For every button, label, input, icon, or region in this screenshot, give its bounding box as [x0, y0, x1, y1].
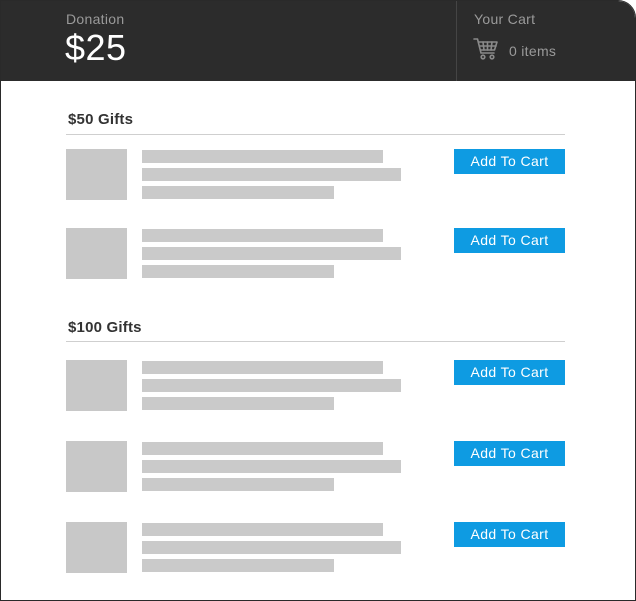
gift-item: Add To Cart — [66, 522, 565, 574]
gift-thumbnail — [66, 228, 127, 279]
section-title-50-gifts: $50 Gifts — [68, 111, 134, 128]
text-placeholder-line — [142, 168, 401, 181]
add-to-cart-button[interactable]: Add To Cart — [454, 149, 565, 174]
text-placeholder-line — [142, 247, 401, 260]
header-bar: Donation $25 Your Cart 0 items — [1, 1, 635, 81]
donation-label: Donation — [66, 11, 125, 27]
text-placeholder-line — [142, 523, 383, 536]
gift-item: Add To Cart — [66, 228, 565, 280]
text-placeholder-line — [142, 559, 334, 572]
add-to-cart-button[interactable]: Add To Cart — [454, 228, 565, 253]
add-to-cart-button[interactable]: Add To Cart — [454, 441, 565, 466]
text-placeholder-line — [142, 265, 334, 278]
cart-item-count[interactable]: 0 items — [509, 43, 556, 59]
donation-widget: Donation $25 Your Cart 0 items $50 Gifts… — [0, 0, 636, 601]
gift-thumbnail — [66, 522, 127, 573]
gift-item: Add To Cart — [66, 441, 565, 493]
section-divider — [66, 341, 565, 342]
shopping-cart-icon[interactable] — [473, 37, 499, 61]
text-placeholder-line — [142, 186, 334, 199]
gift-thumbnail — [66, 441, 127, 492]
gift-thumbnail — [66, 149, 127, 200]
cart-label: Your Cart — [474, 11, 536, 27]
text-placeholder-line — [142, 442, 383, 455]
text-placeholder-line — [142, 460, 401, 473]
gift-item: Add To Cart — [66, 149, 565, 201]
text-placeholder-line — [142, 229, 383, 242]
add-to-cart-button[interactable]: Add To Cart — [454, 360, 565, 385]
text-placeholder-line — [142, 361, 383, 374]
gift-thumbnail — [66, 360, 127, 411]
text-placeholder-line — [142, 379, 401, 392]
section-title-100-gifts: $100 Gifts — [68, 319, 142, 336]
gift-item: Add To Cart — [66, 360, 565, 412]
donation-amount: $25 — [65, 27, 127, 68]
header-divider — [456, 1, 457, 81]
text-placeholder-line — [142, 541, 401, 554]
section-divider — [66, 134, 565, 135]
text-placeholder-line — [142, 397, 334, 410]
text-placeholder-line — [142, 150, 383, 163]
add-to-cart-button[interactable]: Add To Cart — [454, 522, 565, 547]
text-placeholder-line — [142, 478, 334, 491]
